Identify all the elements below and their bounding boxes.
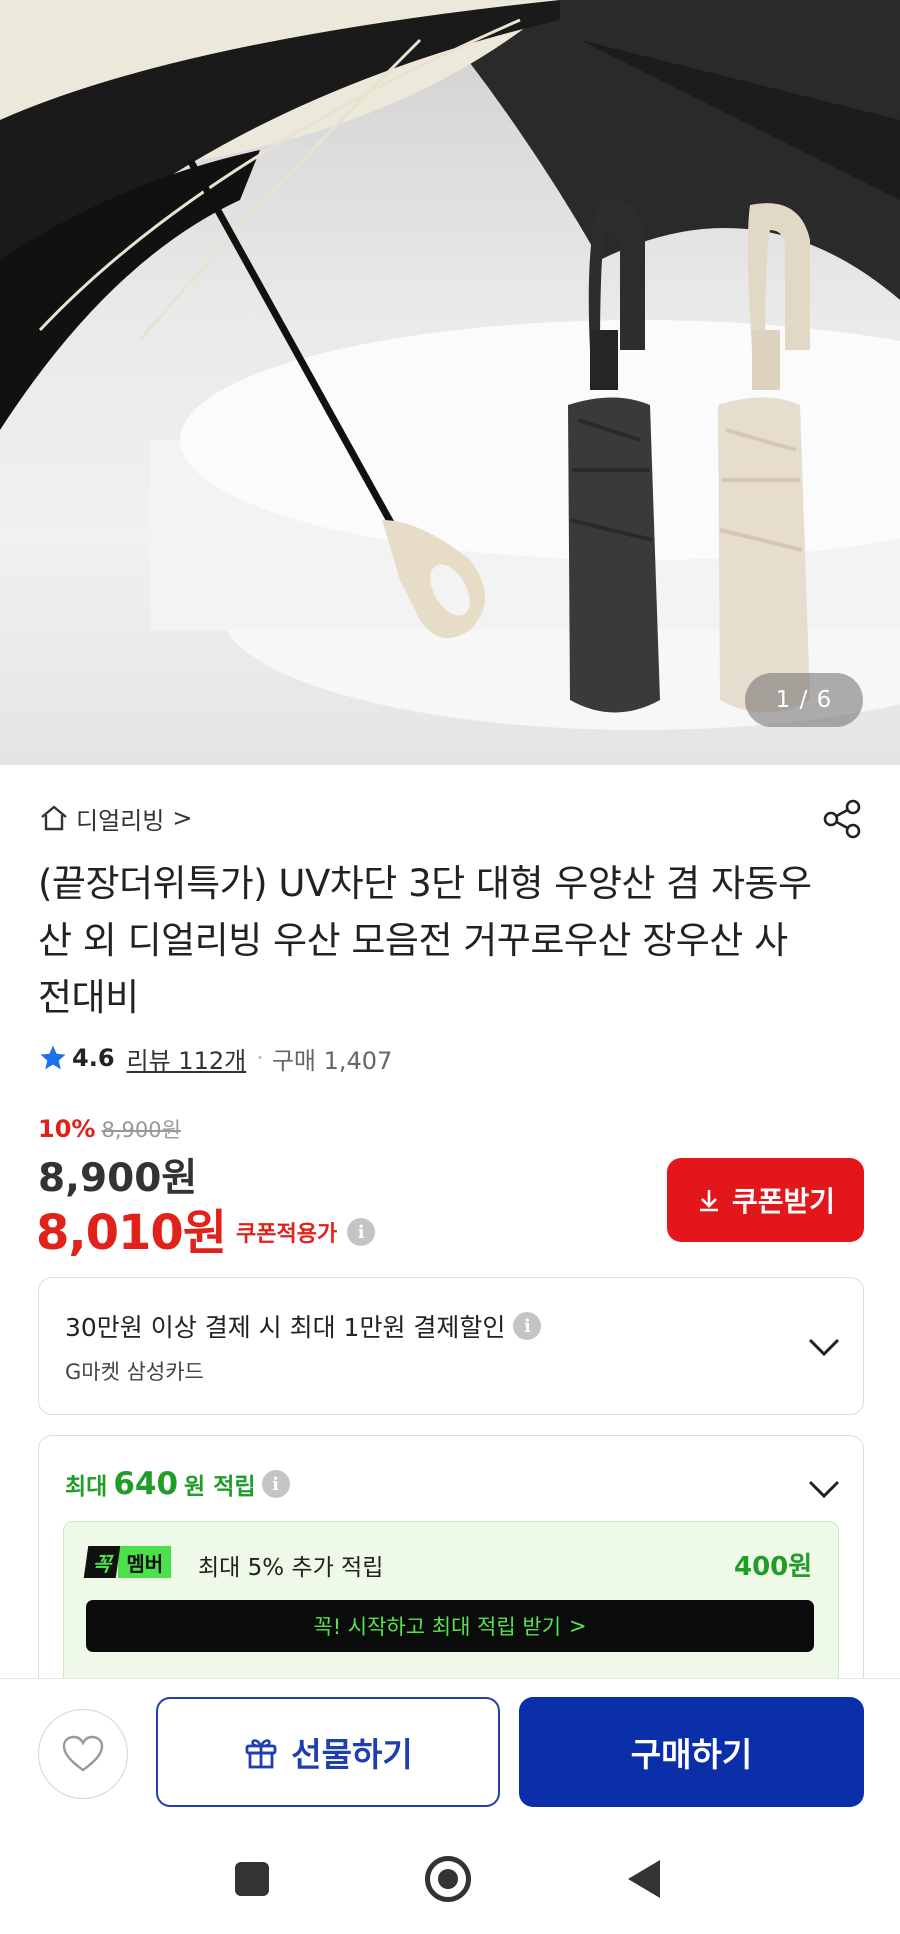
- member-benefit-box: 꼭 멤버 최대 5% 추가 적립 400원 꼭! 시작하고 최대 적립 받기 >: [63, 1521, 839, 1694]
- home-nav-icon[interactable]: [425, 1856, 471, 1902]
- review-link[interactable]: 리뷰 112개: [127, 1041, 247, 1076]
- info-icon[interactable]: i: [261, 1470, 290, 1498]
- store-name: 디얼리빙: [76, 806, 165, 835]
- member-benefit-text: 최대 5% 추가 적립: [198, 1555, 384, 1581]
- member-badge-label: 멤버: [118, 1546, 172, 1578]
- purchase-count: 구매 1,407: [271, 1046, 393, 1075]
- member-start-chevron: >: [569, 1614, 587, 1638]
- chevron-down-icon[interactable]: [807, 1336, 841, 1358]
- gift-button[interactable]: 선물하기: [156, 1697, 500, 1807]
- store-link[interactable]: 디얼리빙 >: [38, 800, 192, 836]
- coupon-apply-label: 쿠폰적용가: [236, 1222, 338, 1247]
- product-title: (끝장더위특가) UV차단 3단 대형 우양산 겸 자동우산 외 디얼리빙 우산…: [38, 862, 812, 1019]
- product-image: [0, 0, 900, 730]
- gift-button-label: 선물하기: [291, 1735, 413, 1774]
- member-benefit-amount: 400원: [734, 1552, 813, 1582]
- card-benefit-title: 30만원 이상 결제 시 최대 1만원 결제할인: [65, 1313, 506, 1342]
- bottom-action-bar: 선물하기 구매하기: [0, 1678, 900, 1818]
- home-icon: [41, 805, 67, 831]
- system-navigation-bar: [0, 1818, 900, 1934]
- download-icon: [699, 1190, 718, 1212]
- product-image-gallery[interactable]: 1 / 6: [0, 0, 900, 765]
- heart-icon: [62, 1735, 104, 1772]
- coupon-button-label: 쿠폰받기: [731, 1185, 836, 1218]
- points-prefix: 최대: [65, 1474, 108, 1500]
- member-badge-mark: 꼭: [83, 1546, 121, 1578]
- member-start-button[interactable]: 꼭! 시작하고 최대 적립 받기 >: [86, 1600, 814, 1652]
- info-icon[interactable]: i: [347, 1218, 376, 1246]
- store-chevron: >: [172, 804, 193, 832]
- coupon-price: 8,010원: [36, 1205, 227, 1261]
- recent-apps-icon[interactable]: [235, 1862, 269, 1896]
- buy-button[interactable]: 구매하기: [519, 1697, 864, 1807]
- card-benefit-panel[interactable]: 30만원 이상 결제 시 최대 1만원 결제할인 i G마켓 삼성카드: [38, 1277, 864, 1415]
- back-icon[interactable]: [628, 1860, 660, 1898]
- card-benefit-title-row: 30만원 이상 결제 시 최대 1만원 결제할인 i: [65, 1308, 542, 1344]
- member-badge: 꼭 멤버: [83, 1546, 172, 1578]
- info-icon[interactable]: i: [513, 1312, 542, 1340]
- discount-row: 10% 8,900원: [38, 1114, 181, 1144]
- star-icon: [40, 1045, 66, 1070]
- image-counter: 1 / 6: [745, 673, 863, 727]
- share-icon[interactable]: [820, 797, 864, 841]
- coupon-download-button[interactable]: 쿠폰받기: [667, 1158, 864, 1242]
- chevron-down-icon[interactable]: [807, 1478, 841, 1500]
- rating-value: 4.6: [72, 1044, 115, 1072]
- discount-percent: 10%: [38, 1115, 96, 1143]
- points-amount: 640: [113, 1466, 179, 1502]
- member-start-label: 꼭! 시작하고 최대 적립 받기: [313, 1615, 562, 1639]
- coupon-price-row: 8,010원 쿠폰적용가 i: [36, 1193, 376, 1263]
- wishlist-button[interactable]: [38, 1709, 128, 1799]
- separator: ·: [256, 1044, 264, 1072]
- points-suffix: 원 적립: [184, 1474, 256, 1500]
- points-panel: 최대 640 원 적립 i 꼭 멤버 최대 5% 추가 적립 400원 꼭! 시…: [38, 1435, 864, 1695]
- card-benefit-subtitle: G마켓 삼성카드: [65, 1360, 204, 1384]
- buy-button-label: 구매하기: [630, 1735, 753, 1774]
- points-header: 최대 640 원 적립 i: [65, 1466, 290, 1502]
- rating-row: 4.6 리뷰 112개 · 구매 1,407: [38, 1040, 392, 1076]
- original-price: 8,900원: [101, 1118, 181, 1142]
- gift-icon: [245, 1739, 277, 1769]
